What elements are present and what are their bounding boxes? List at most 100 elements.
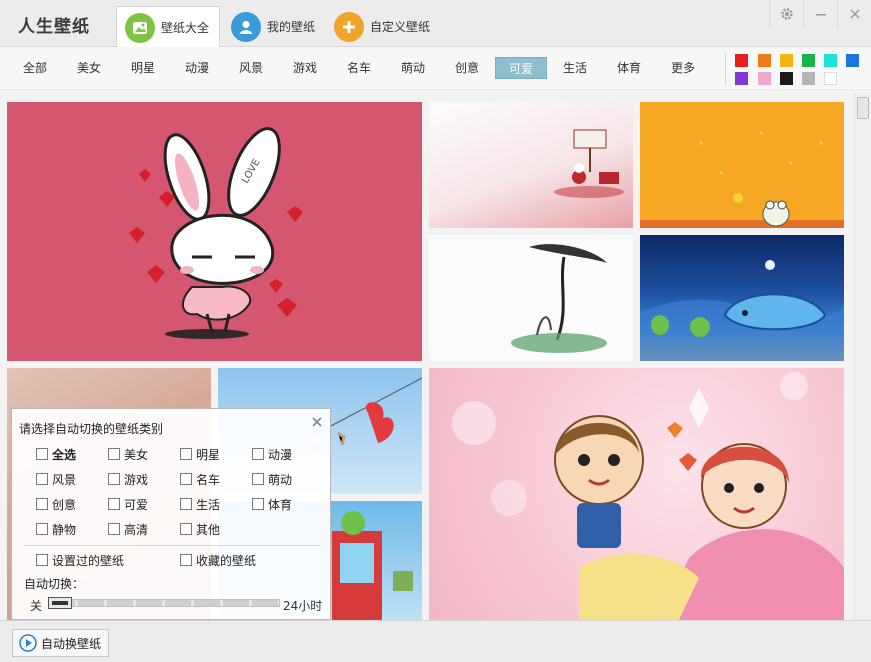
checkbox-life[interactable]: 生活 xyxy=(180,496,220,512)
category-cars[interactable]: 名车 xyxy=(333,57,385,79)
checkbox-box[interactable] xyxy=(36,554,48,566)
checkbox-box[interactable] xyxy=(252,473,264,485)
wallpaper-thumbnail[interactable] xyxy=(429,368,844,620)
checkbox-favorite-wallpapers[interactable]: 收藏的壁纸 xyxy=(180,552,256,568)
checkbox-box[interactable] xyxy=(108,448,120,460)
checkbox-label: 静物 xyxy=(52,522,77,537)
checkbox-sports[interactable]: 体育 xyxy=(252,496,292,512)
checkbox-box[interactable] xyxy=(36,498,48,510)
checkbox-label: 生活 xyxy=(196,497,221,512)
checkbox-box[interactable] xyxy=(180,498,192,510)
wallpaper-thumbnail[interactable] xyxy=(640,102,844,228)
interval-slider-handle[interactable] xyxy=(48,597,72,609)
checkbox-cars[interactable]: 名车 xyxy=(180,471,220,487)
checkbox-box[interactable] xyxy=(36,448,48,460)
category-creative[interactable]: 创意 xyxy=(441,57,493,79)
color-swatch-pink[interactable] xyxy=(758,72,771,85)
category-star[interactable]: 明星 xyxy=(117,57,169,79)
checkbox-still-life[interactable]: 静物 xyxy=(36,521,76,537)
category-anime[interactable]: 动漫 xyxy=(171,57,223,79)
category-cute-moe[interactable]: 萌动 xyxy=(387,57,439,79)
checkbox-box[interactable] xyxy=(108,523,120,535)
checkbox-box[interactable] xyxy=(180,523,192,535)
gallery-scrollbar[interactable] xyxy=(854,92,871,620)
auto-switch-label: 自动切换： xyxy=(24,577,85,591)
checkbox-anime[interactable]: 动漫 xyxy=(252,446,292,462)
color-swatch-black[interactable] xyxy=(780,72,793,85)
category-cute[interactable]: 可爱 xyxy=(495,57,547,79)
color-swatch-white[interactable] xyxy=(824,72,837,85)
checkbox-creative[interactable]: 创意 xyxy=(36,496,76,512)
category-games[interactable]: 游戏 xyxy=(279,57,331,79)
auto-change-wallpaper-button[interactable]: 自动换壁纸 xyxy=(12,629,110,657)
checkbox-label: 游戏 xyxy=(124,472,149,487)
checkbox-set-wallpapers[interactable]: 设置过的壁纸 xyxy=(36,552,124,568)
checkbox-box[interactable] xyxy=(180,554,192,566)
scrollbar-thumb[interactable] xyxy=(857,97,869,119)
color-swatch-orange[interactable] xyxy=(758,54,771,67)
checkbox-box[interactable] xyxy=(252,498,264,510)
checkbox-label: 创意 xyxy=(52,497,77,512)
auto-change-label: 自动换壁纸 xyxy=(41,636,102,651)
checkbox-box[interactable] xyxy=(108,498,120,510)
wallpaper-thumbnail[interactable] xyxy=(640,235,844,361)
color-swatch-cyan[interactable] xyxy=(824,54,837,67)
checkbox-cute[interactable]: 可爱 xyxy=(108,496,148,512)
checkbox-scenery[interactable]: 风景 xyxy=(36,471,76,487)
checkbox-games[interactable]: 游戏 xyxy=(108,471,148,487)
checkbox-box[interactable] xyxy=(180,448,192,460)
checkbox-label: 设置过的壁纸 xyxy=(52,553,125,568)
checkbox-box[interactable] xyxy=(108,473,120,485)
tab-custom-wallpaper[interactable]: 自定义壁纸 xyxy=(326,6,440,47)
color-swatch-purple[interactable] xyxy=(735,72,748,85)
interval-slider-track[interactable] xyxy=(48,599,280,607)
checkbox-other[interactable]: 其他 xyxy=(180,521,220,537)
checkbox-box[interactable] xyxy=(36,473,48,485)
checkbox-box[interactable] xyxy=(252,448,264,460)
checkbox-label: 明星 xyxy=(196,447,221,462)
tab-label: 自定义壁纸 xyxy=(370,20,431,34)
checkbox-cute-moe[interactable]: 萌动 xyxy=(252,471,292,487)
whale-illustration xyxy=(640,260,844,361)
close-button[interactable] xyxy=(837,0,871,28)
wallpaper-thumbnail[interactable] xyxy=(429,102,633,228)
window-controls xyxy=(769,0,871,28)
minimize-button[interactable] xyxy=(803,0,837,28)
category-life[interactable]: 生活 xyxy=(549,57,601,79)
bunny-illustration: LOVE xyxy=(129,127,303,339)
settings-button[interactable] xyxy=(769,0,803,28)
auto-switch-popup: 请选择自动切换的壁纸类别 全选 美女 明星 动漫 风景 游戏 名车 萌动 创意 … xyxy=(11,408,331,620)
category-beauty[interactable]: 美女 xyxy=(63,57,115,79)
slider-max-label: 24小时 xyxy=(283,599,323,613)
category-scenery[interactable]: 风景 xyxy=(225,57,277,79)
checkbox-label: 风景 xyxy=(52,472,77,487)
color-swatch-red[interactable] xyxy=(735,54,748,67)
color-swatch-green[interactable] xyxy=(802,54,815,67)
checkbox-box[interactable] xyxy=(36,523,48,535)
checkbox-box[interactable] xyxy=(180,473,192,485)
category-sports[interactable]: 体育 xyxy=(603,57,655,79)
wallpaper-thumbnail[interactable] xyxy=(429,235,633,361)
checkbox-label: 收藏的壁纸 xyxy=(196,553,257,568)
color-swatch-blue[interactable] xyxy=(846,54,859,67)
play-icon xyxy=(19,634,37,652)
wallpaper-thumbnail[interactable]: LOVE xyxy=(7,102,422,361)
color-swatch-gray[interactable] xyxy=(802,72,815,85)
category-bar: 全部 美女 明星 动漫 风景 游戏 名车 萌动 创意 可爱 生活 体育 更多 xyxy=(0,47,871,91)
tab-my-wallpapers[interactable]: 我的壁纸 xyxy=(223,6,325,47)
category-divider xyxy=(725,53,726,85)
frog-illustration xyxy=(640,131,844,228)
checkbox-star[interactable]: 明星 xyxy=(180,446,220,462)
color-swatch-yellow[interactable] xyxy=(780,54,793,67)
popup-title: 请选择自动切换的壁纸类别 xyxy=(19,422,164,436)
popup-close-button[interactable] xyxy=(312,415,322,431)
category-all[interactable]: 全部 xyxy=(9,57,61,79)
checkbox-beauty[interactable]: 美女 xyxy=(108,446,148,462)
category-more[interactable]: 更多 xyxy=(657,57,709,79)
tab-wallpaper-collection[interactable]: 壁纸大全 xyxy=(116,6,221,48)
umbrella-illustration xyxy=(511,244,607,353)
checkbox-hd[interactable]: 高清 xyxy=(108,521,148,537)
checkbox-select-all[interactable]: 全选 xyxy=(36,446,76,462)
close-icon xyxy=(312,417,322,427)
checkbox-label: 萌动 xyxy=(268,472,293,487)
